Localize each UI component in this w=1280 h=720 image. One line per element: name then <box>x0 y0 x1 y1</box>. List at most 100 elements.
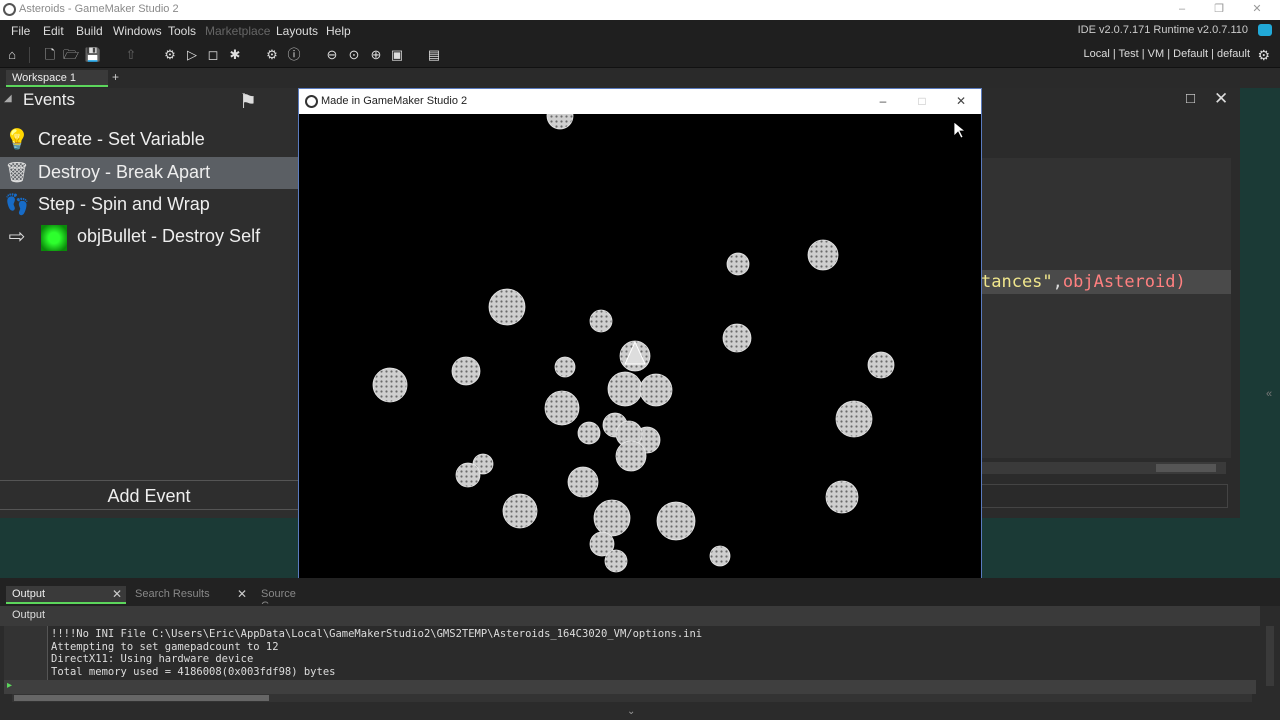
asteroid <box>835 400 873 438</box>
footsteps-icon: 👣 <box>4 194 30 216</box>
code-horizontal-scrollbar[interactable] <box>981 462 1226 474</box>
lightbulb-icon: 💡 <box>4 129 30 151</box>
minimize-icon[interactable]: – <box>875 93 891 109</box>
collapse-triangle-icon[interactable]: ◢ <box>4 93 12 104</box>
asteroid <box>544 390 580 426</box>
game-window[interactable]: Made in GameMaker Studio 2 – □ ✕ <box>298 88 982 626</box>
log-line: Attempting to set gamepadcount to 12 <box>51 640 279 653</box>
asteroid <box>546 114 574 130</box>
event-label: objBullet - Destroy Self <box>77 226 261 246</box>
ide-version-label: IDE v2.0.7.171 Runtime v2.0.7.110 <box>1077 24 1248 36</box>
code-area[interactable]: tances",objAsteroid) <box>981 158 1231 458</box>
clean-icon[interactable]: ✱ <box>226 46 244 64</box>
event-row-create[interactable]: 💡 Create - Set Variable <box>0 124 298 156</box>
code-identifier: objAsteroid) <box>1062 272 1186 292</box>
stop-icon[interactable]: ◻ <box>204 46 222 64</box>
tab-workspace-1[interactable]: Workspace 1 <box>6 70 108 87</box>
save-icon[interactable]: 💾 <box>84 46 102 64</box>
log-line: DirectX11: Using hardware device <box>51 653 254 666</box>
close-icon[interactable]: ✕ <box>953 93 969 109</box>
minimize-icon[interactable]: – <box>1175 2 1189 16</box>
new-project-icon[interactable]: 🗋 <box>41 46 59 64</box>
event-label: Create - Set Variable <box>38 129 205 149</box>
event-row-collision[interactable]: ⇨ objBullet - Destroy Self <box>0 221 298 253</box>
run-icon[interactable]: ▷ <box>183 46 201 64</box>
help-icon[interactable]: ⓘ <box>285 46 303 64</box>
menu-file[interactable]: File <box>11 24 30 38</box>
game-canvas[interactable] <box>299 114 981 625</box>
close-icon[interactable]: ✕ <box>1214 89 1228 109</box>
target-settings-icon[interactable]: ⚙ <box>1257 47 1270 64</box>
close-icon[interactable]: ✕ <box>237 587 247 601</box>
output-horizontal-scrollbar[interactable] <box>12 694 1252 702</box>
output-console-icon[interactable]: ▤ <box>425 46 443 64</box>
maximize-icon[interactable]: □ <box>1186 90 1195 107</box>
game-window-title: Made in GameMaker Studio 2 <box>321 95 468 107</box>
events-title: Events <box>23 90 75 109</box>
asteroid <box>867 351 895 379</box>
menu-marketplace[interactable]: Marketplace <box>205 24 270 38</box>
asteroid <box>451 356 481 386</box>
asteroid <box>825 480 859 514</box>
menu-build[interactable]: Build <box>76 24 103 38</box>
add-workspace-button[interactable]: + <box>112 70 119 84</box>
scroll-thumb[interactable] <box>14 695 269 701</box>
tab-source-control[interactable]: Source C <box>255 586 300 604</box>
asteroid <box>656 501 696 541</box>
event-row-step[interactable]: 👣 Step - Spin and Wrap <box>0 189 298 221</box>
window-title: Asteroids - GameMaker Studio 2 <box>19 3 179 15</box>
menu-windows[interactable]: Windows <box>113 24 162 38</box>
prompt-arrow-icon: ▸ <box>7 680 13 691</box>
asteroid <box>593 499 631 537</box>
tab-search-results[interactable]: Search Results ✕ <box>129 586 251 604</box>
asteroid <box>554 356 576 378</box>
asteroid <box>567 466 599 498</box>
event-label: Destroy - Break Apart <box>38 162 211 182</box>
code-field[interactable] <box>981 484 1228 508</box>
zoom-out-icon[interactable]: ⊖ <box>323 46 341 64</box>
tab-output[interactable]: Output ✕ <box>6 586 126 604</box>
menu-help[interactable]: Help <box>326 24 351 38</box>
toolbar-divider <box>29 47 30 63</box>
menu-layouts[interactable]: Layouts <box>276 24 318 38</box>
trash-icon: 🗑 <box>4 162 30 184</box>
chat-icon[interactable] <box>1258 24 1272 36</box>
close-icon[interactable]: ✕ <box>1250 2 1264 16</box>
asteroid <box>607 371 643 407</box>
asteroid <box>577 421 601 445</box>
tab-label: Source C <box>261 588 296 604</box>
output-vertical-scrollbar[interactable] <box>1266 626 1274 686</box>
event-row-destroy[interactable]: 🗑 Destroy - Break Apart <box>0 157 298 189</box>
output-header: Output <box>0 606 1260 626</box>
asteroid <box>589 309 613 333</box>
window-titlebar: Asteroids - GameMaker Studio 2 – ❐ ✕ <box>0 0 1280 20</box>
collapse-down-icon[interactable]: ⌄ <box>627 706 635 717</box>
code-line[interactable]: tances",objAsteroid) <box>981 270 1231 294</box>
output-tab-row: Output ✕ Search Results ✕ Source C <box>0 578 1280 606</box>
debug-icon[interactable]: ⚙ <box>161 46 179 64</box>
scroll-thumb[interactable] <box>1156 464 1216 472</box>
add-event-button[interactable]: Add Event <box>0 480 298 510</box>
restore-icon[interactable]: ❐ <box>1212 2 1226 16</box>
flag-icon[interactable]: ⚑ <box>239 89 257 114</box>
maximize-icon[interactable]: □ <box>914 93 930 109</box>
open-project-icon[interactable]: 🗁 <box>62 46 80 64</box>
zoom-fit-icon[interactable]: ▣ <box>388 46 406 64</box>
collapse-right-icon[interactable]: « <box>1266 388 1272 400</box>
menu-edit[interactable]: Edit <box>43 24 64 38</box>
command-prompt[interactable]: ▸ <box>4 680 1256 694</box>
home-icon[interactable]: ⌂ <box>3 46 21 64</box>
asteroid <box>709 545 731 567</box>
target-selector[interactable]: Local | Test | VM | Default | default <box>1083 48 1250 60</box>
zoom-reset-icon[interactable]: ⊙ <box>345 46 363 64</box>
asteroid <box>615 440 647 472</box>
close-icon[interactable]: ✕ <box>112 587 122 601</box>
menu-bar: File Edit Build Windows Tools Marketplac… <box>0 20 1280 42</box>
menu-tools[interactable]: Tools <box>168 24 196 38</box>
collision-icon: ⇨ <box>8 226 26 248</box>
export-icon[interactable]: ⇧ <box>122 46 140 64</box>
zoom-in-icon[interactable]: ⊕ <box>367 46 385 64</box>
asteroid <box>726 252 750 276</box>
asteroid <box>488 288 526 326</box>
game-options-icon[interactable]: ⚙ <box>263 46 281 64</box>
